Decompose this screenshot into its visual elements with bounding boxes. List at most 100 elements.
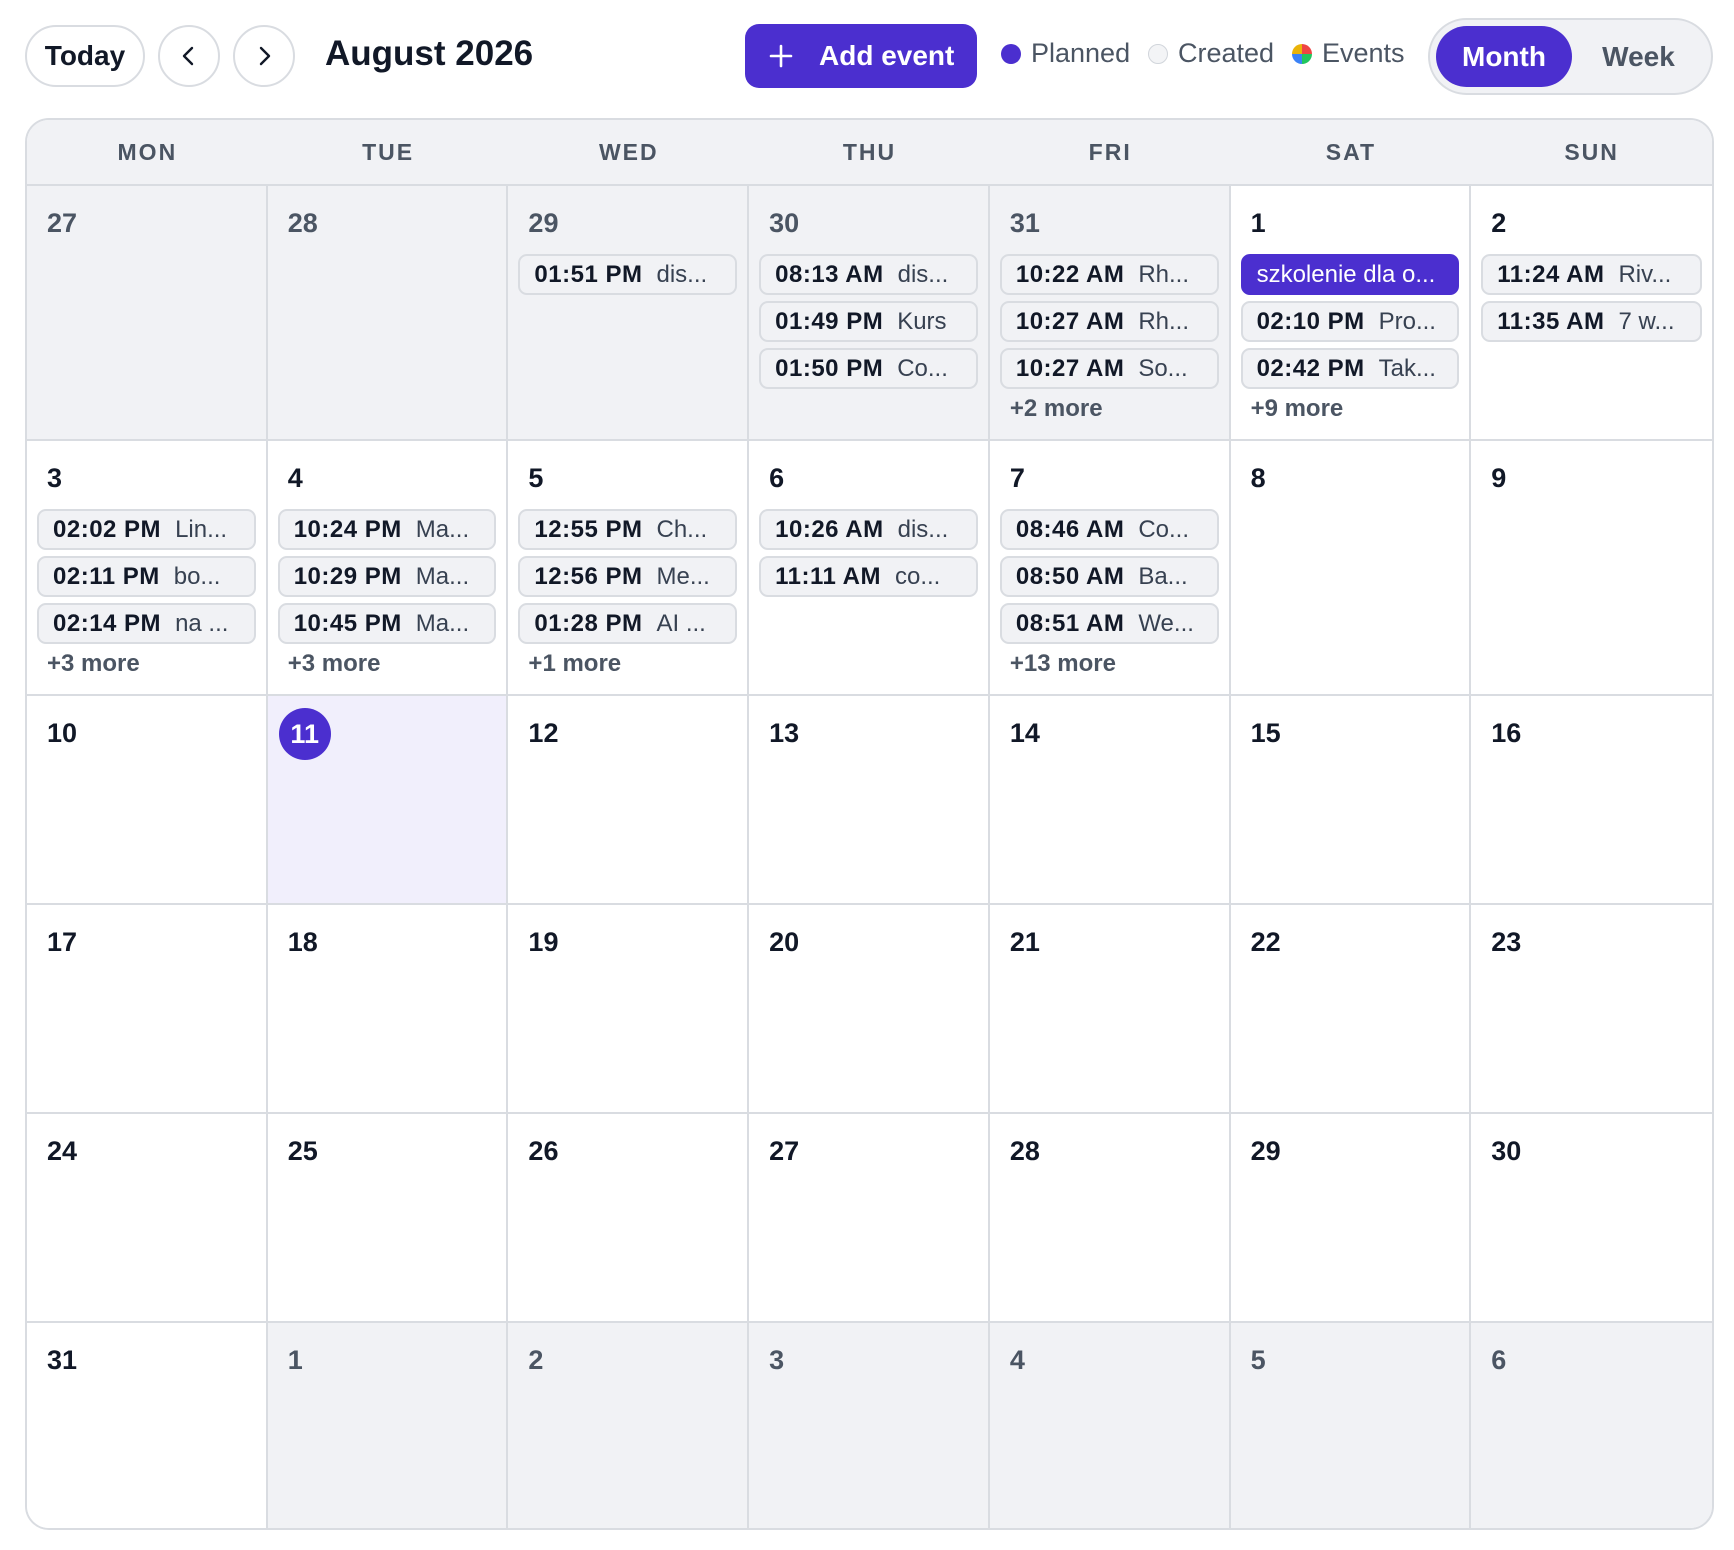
day-cell[interactable]: 16: [1471, 696, 1712, 905]
event-chip[interactable]: 02:14 PM na ...: [37, 603, 256, 644]
event-chip[interactable]: 01:28 PM AI ...: [518, 603, 738, 644]
day-cell[interactable]: 19: [508, 905, 750, 1114]
day-cell[interactable]: 27: [749, 1114, 990, 1323]
event-chip[interactable]: 08:13 AM dis...: [759, 254, 978, 295]
event-list: 08:46 AM Co... 08:50 AM Ba... 08:51 AM We...: [999, 509, 1219, 644]
day-cell[interactable]: 20: [749, 905, 990, 1114]
event-chip[interactable]: 01:49 PM Kurs: [759, 301, 978, 342]
day-cell[interactable]: 2: [508, 1323, 750, 1528]
day-cell[interactable]: 4 10:24 PM Ma... 10:29 PM Ma... 10:45 PM Ma...…: [267, 441, 509, 696]
day-cell[interactable]: 29 01:51 PM dis...: [508, 186, 750, 441]
event-chip[interactable]: 02:02 PM Lin...: [37, 509, 256, 550]
day-cell[interactable]: 27: [27, 186, 268, 441]
day-cell[interactable]: 25: [267, 1114, 509, 1323]
event-title: Ma...: [415, 515, 470, 543]
previous-month-button[interactable]: [158, 25, 220, 87]
event-chip[interactable]: 11:24 AM Riv...: [1481, 254, 1702, 295]
week-view-button[interactable]: Week: [1572, 26, 1705, 87]
day-cell[interactable]: 5 12:55 PM Ch... 12:56 PM Me... 01:28 PM AI ..…: [508, 441, 750, 696]
event-title: Ma...: [415, 562, 470, 590]
day-cell[interactable]: 1 szkolenie dla o... 02:10 PM Pro... 02:42 P…: [1230, 186, 1472, 441]
weekday-tue: TUE: [362, 138, 415, 165]
day-cell[interactable]: 6 10:26 AM dis... 11:11 AM co...: [749, 441, 990, 696]
day-cell[interactable]: 17: [27, 905, 268, 1114]
today-day-number: 11: [278, 708, 331, 760]
event-chip[interactable]: 12:55 PM Ch...: [518, 509, 738, 550]
day-cell[interactable]: 10: [27, 696, 268, 905]
day-number: 28: [1009, 1136, 1040, 1166]
more-events-link[interactable]: +2 more: [1010, 395, 1219, 423]
day-cell[interactable]: 13: [749, 696, 990, 905]
day-cell[interactable]: 12: [508, 696, 750, 905]
event-chip[interactable]: 10:27 AM So...: [999, 348, 1219, 389]
day-cell[interactable]: 30 08:13 AM dis... 01:49 PM Kurs 01:50 PM Co..…: [749, 186, 990, 441]
event-title: Pro...: [1378, 307, 1436, 335]
event-time: 01:28 PM: [534, 609, 643, 637]
day-cell[interactable]: 9: [1471, 441, 1712, 696]
event-chip[interactable]: 02:42 PM Tak...: [1240, 348, 1460, 389]
day-cell[interactable]: 29: [1230, 1114, 1472, 1323]
month-title: August 2026: [325, 34, 534, 73]
day-cell[interactable]: 31: [27, 1323, 268, 1528]
event-chip[interactable]: 11:35 AM 7 w...: [1481, 301, 1702, 342]
day-number: 2: [528, 1345, 544, 1375]
day-cell[interactable]: 21: [989, 905, 1231, 1114]
day-cell[interactable]: 28: [989, 1114, 1231, 1323]
day-cell[interactable]: 23: [1471, 905, 1712, 1114]
event-chip[interactable]: 10:22 AM Rh...: [999, 254, 1219, 295]
day-cell[interactable]: 18: [267, 905, 509, 1114]
day-cell[interactable]: 1: [267, 1323, 509, 1528]
event-chip[interactable]: 01:50 PM Co...: [759, 348, 978, 389]
day-cell[interactable]: 22: [1230, 905, 1472, 1114]
day-cell[interactable]: 6: [1471, 1323, 1712, 1528]
day-number: 3: [47, 463, 63, 493]
event-chip[interactable]: 02:11 PM bo...: [37, 556, 256, 597]
day-cell[interactable]: 24: [27, 1114, 268, 1323]
day-cell[interactable]: 3: [749, 1323, 990, 1528]
event-chip[interactable]: 10:24 PM Ma...: [277, 509, 497, 550]
day-cell[interactable]: 2 11:24 AM Riv... 11:35 AM 7 w...: [1471, 186, 1712, 441]
event-chip[interactable]: 01:51 PM dis...: [518, 254, 738, 295]
planned-event-chip[interactable]: szkolenie dla o...: [1240, 254, 1460, 295]
day-cell[interactable]: 4: [989, 1323, 1231, 1528]
day-cell[interactable]: 31 10:22 AM Rh... 10:27 AM Rh... 10:27 AM So..…: [989, 186, 1231, 441]
more-events-link[interactable]: +9 more: [1251, 395, 1460, 423]
event-chip[interactable]: 10:45 PM Ma...: [277, 603, 497, 644]
event-chip[interactable]: 10:26 AM dis...: [759, 509, 978, 550]
event-chip[interactable]: 10:29 PM Ma...: [277, 556, 497, 597]
event-list: 10:26 AM dis... 11:11 AM co...: [759, 509, 978, 597]
more-events-link[interactable]: +3 more: [288, 650, 497, 678]
add-event-button[interactable]: Add event: [745, 24, 977, 88]
day-cell[interactable]: 14: [989, 696, 1231, 905]
day-number: 4: [1009, 1345, 1025, 1375]
event-title: Tak...: [1378, 354, 1436, 382]
event-chip[interactable]: 08:51 AM We...: [999, 603, 1219, 644]
day-cell[interactable]: 11: [267, 696, 509, 905]
event-list: 10:22 AM Rh... 10:27 AM Rh... 10:27 AM So...: [999, 254, 1219, 389]
more-events-link[interactable]: +1 more: [528, 650, 737, 678]
day-cell[interactable]: 15: [1230, 696, 1472, 905]
event-chip[interactable]: 08:46 AM Co...: [999, 509, 1219, 550]
today-button[interactable]: Today: [25, 25, 145, 87]
event-time: 10:45 PM: [293, 609, 402, 637]
more-events-link[interactable]: +13 more: [1010, 650, 1219, 678]
event-chip[interactable]: 11:11 AM co...: [759, 556, 978, 597]
day-number: 30: [769, 208, 800, 238]
calendar-grid: 27 28 29 01:51 PM dis... 30 08:13 AM dis... 01:4…: [27, 186, 1712, 1528]
day-cell[interactable]: 5: [1230, 1323, 1472, 1528]
day-cell[interactable]: 3 02:02 PM Lin... 02:11 PM bo... 02:14 PM na .…: [27, 441, 268, 696]
day-number: 1: [287, 1345, 303, 1375]
event-chip[interactable]: 12:56 PM Me...: [518, 556, 738, 597]
day-cell[interactable]: 7 08:46 AM Co... 08:50 AM Ba... 08:51 AM We...…: [989, 441, 1231, 696]
event-time: 08:13 AM: [775, 260, 884, 288]
day-cell[interactable]: 26: [508, 1114, 750, 1323]
day-cell[interactable]: 8: [1230, 441, 1472, 696]
day-cell[interactable]: 28: [267, 186, 509, 441]
month-view-button[interactable]: Month: [1436, 26, 1572, 87]
next-month-button[interactable]: [233, 25, 295, 87]
more-events-link[interactable]: +3 more: [47, 650, 256, 678]
day-cell[interactable]: 30: [1471, 1114, 1712, 1323]
event-chip[interactable]: 08:50 AM Ba...: [999, 556, 1219, 597]
event-chip[interactable]: 02:10 PM Pro...: [1240, 301, 1460, 342]
event-chip[interactable]: 10:27 AM Rh...: [999, 301, 1219, 342]
